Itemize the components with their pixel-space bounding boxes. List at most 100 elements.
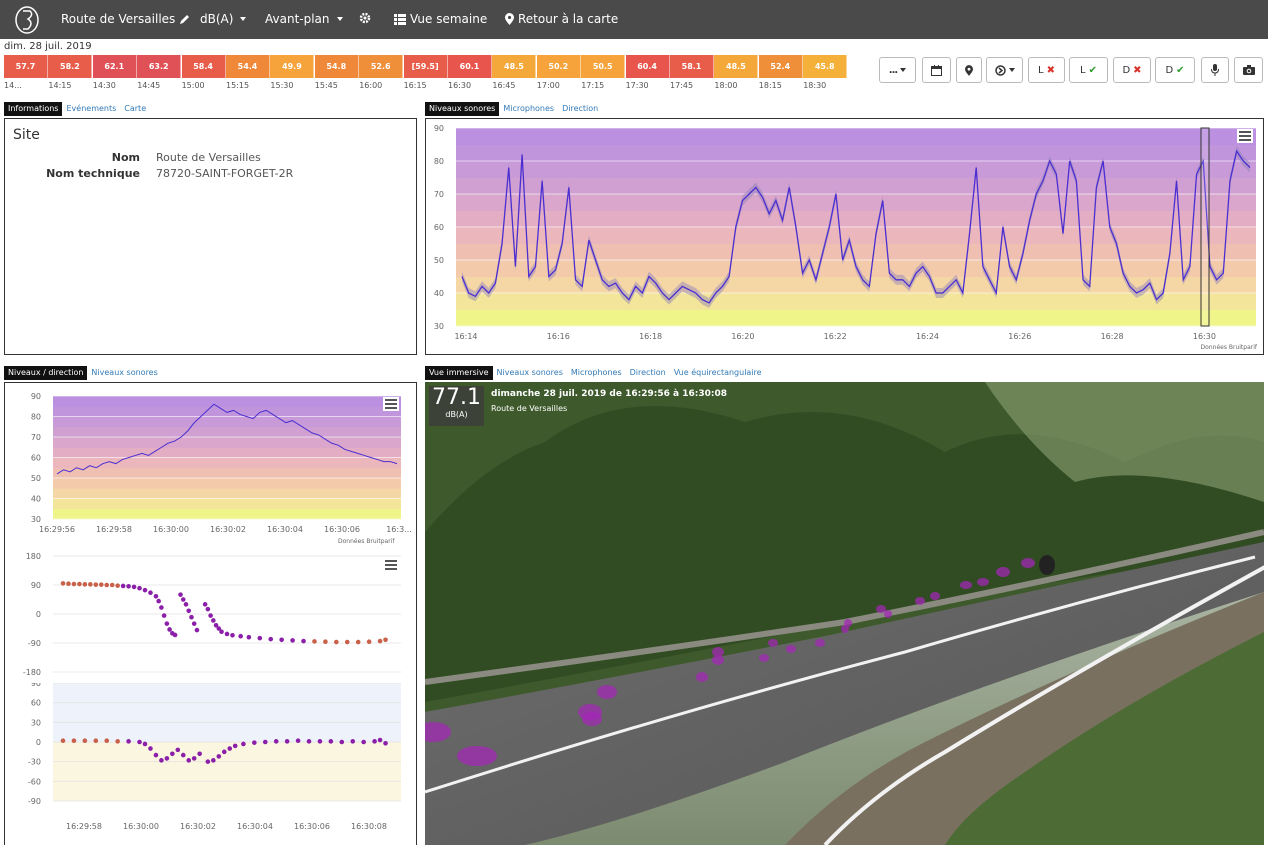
tab-direction[interactable]: Direction — [626, 366, 670, 380]
timeline-cell[interactable]: 60.1 — [448, 55, 492, 78]
caret-down-icon — [900, 68, 907, 72]
scatter-point — [301, 638, 306, 644]
map-marker-icon — [505, 13, 514, 25]
tab-niveaux-sonores[interactable]: Niveaux sonores — [425, 102, 500, 116]
d-on-button[interactable]: D ✔ — [1155, 57, 1195, 83]
level-band — [53, 426, 401, 438]
camera-button[interactable] — [1234, 57, 1263, 83]
tab-microphones[interactable]: Microphones — [567, 366, 626, 380]
tab-informations[interactable]: Informations — [4, 102, 63, 116]
more-options-button[interactable]: ... — [879, 57, 916, 83]
timeline-cell[interactable]: 58.2 — [48, 55, 93, 78]
site-menu[interactable]: Route de Versailles — [61, 12, 190, 26]
calendar-button[interactable] — [922, 57, 951, 83]
current-date: dim. 28 juil. 2019 — [4, 41, 92, 52]
week-view-link[interactable]: Vue semaine — [394, 12, 487, 26]
y-tick-label: 90 — [31, 392, 41, 401]
level-band — [456, 227, 1256, 244]
location-button[interactable] — [956, 57, 982, 83]
timeline-cell[interactable]: [59.5] — [403, 55, 448, 78]
map-marker-icon — [965, 64, 973, 76]
cross-icon: ✖ — [1046, 64, 1055, 76]
level-band — [53, 447, 401, 458]
l-on-button[interactable]: L ✔ — [1069, 57, 1108, 83]
scatter-point — [164, 621, 170, 626]
x-tick-label: 16:24 — [916, 332, 939, 341]
timeline-time-label: 14:45 — [137, 81, 161, 90]
l-off-label: L — [1038, 64, 1044, 76]
tab-direction[interactable]: Direction — [558, 102, 602, 116]
caret-down-icon — [1008, 68, 1015, 72]
settings-button[interactable] — [359, 12, 371, 24]
tab-niveaux-sonores[interactable]: Niveaux sonores — [87, 366, 161, 380]
back-to-map-link[interactable]: Retour à la carte — [505, 12, 618, 26]
caret-down-icon — [240, 17, 247, 21]
d-off-button[interactable]: D ✖ — [1113, 57, 1151, 83]
timeline-cell[interactable]: 50.5 — [581, 55, 626, 78]
scatter-point — [60, 581, 66, 586]
chart-menu-icon[interactable] — [1237, 129, 1253, 143]
tab-vue-quirectangulaire[interactable]: Vue équirectangulaire — [670, 366, 766, 380]
scatter-point — [232, 743, 238, 749]
y-tick-label: 50 — [31, 474, 41, 483]
chart-menu-icon[interactable] — [383, 397, 399, 411]
timeline-cell[interactable]: 54.8 — [314, 55, 359, 78]
layer-dropdown[interactable]: Avant-plan — [265, 12, 343, 26]
timeline-cell[interactable]: 63.2 — [137, 55, 182, 78]
levels-mini-chart[interactable]: 30 40 50 60 70 80 90 16:29:56 16:29:58 16:30:00 16… — [5, 383, 416, 548]
level-band — [456, 309, 1256, 327]
tab-vue-immersive[interactable]: Vue immersive — [425, 366, 493, 380]
scatter-point — [60, 738, 66, 743]
y-tick-label: -60 — [28, 777, 41, 786]
timeline-time-label: 14... — [4, 81, 22, 90]
scatter-point — [131, 584, 137, 590]
level-badge: 77.1 dB(A) — [429, 386, 484, 426]
scatter-point — [334, 639, 339, 645]
timeline-cell[interactable]: 50.2 — [536, 55, 581, 78]
elevation-scatter-chart[interactable]: 90 60 30 0 -30 -60 -90 16:29:58 16:30:00 16:30:02… — [5, 683, 416, 845]
immersive-view[interactable]: 77.1 dB(A) dimanche 28 juil. 2019 de 16:… — [425, 382, 1264, 845]
y-tick-label: 30 — [434, 322, 444, 331]
sound-source-marker — [597, 685, 617, 699]
azimuth-scatter-chart[interactable]: 180 90 0 -90 -180 — [5, 548, 416, 683]
timeline-cell[interactable]: 58.1 — [670, 55, 714, 78]
tab-niveaux-direction[interactable]: Niveaux / direction — [4, 366, 88, 380]
timeline-cell[interactable]: 54.4 — [226, 55, 270, 78]
sound-levels-chart[interactable]: 30 40 50 60 70 80 90 16:14 16:16 16:18 16:20 16:22 1… — [426, 119, 1263, 354]
check-icon: ✔ — [1176, 64, 1185, 76]
chart-menu-icon[interactable] — [383, 558, 399, 572]
navigate-dropdown-button[interactable] — [986, 57, 1023, 83]
camera-icon — [1242, 65, 1255, 75]
unit-dropdown[interactable]: dB(A) — [200, 12, 247, 26]
level-band — [53, 478, 401, 489]
timeline-cell[interactable]: 62.1 — [92, 55, 137, 78]
timeline-cell[interactable]: 57.7 — [4, 55, 48, 78]
timeline-cell[interactable]: 60.4 — [625, 55, 670, 78]
scatter-point — [180, 597, 186, 602]
sound-source-marker — [768, 639, 778, 647]
microphone-button[interactable] — [1201, 57, 1229, 83]
timeline-cell[interactable]: 45.8 — [803, 55, 848, 78]
timeline-cell[interactable]: 48.5 — [714, 55, 759, 78]
tab-carte[interactable]: Carte — [120, 102, 150, 116]
timeline-cell[interactable]: 48.5 — [492, 55, 537, 78]
tab-niveaux-sonores[interactable]: Niveaux sonores — [493, 366, 567, 380]
timeline-time-label: 17:00 — [536, 81, 560, 90]
timeline-cell[interactable]: 49.9 — [270, 55, 315, 78]
scatter-point — [167, 627, 172, 632]
x-tick-label: 16:20 — [731, 332, 754, 341]
timeline-cell[interactable]: 52.6 — [359, 55, 404, 78]
l-off-button[interactable]: L ✖ — [1028, 57, 1065, 83]
timeline-cell[interactable]: 58.4 — [181, 55, 226, 78]
scatter-point — [115, 583, 120, 588]
scatter-point — [142, 587, 148, 593]
bruitparif-logo-icon[interactable] — [14, 5, 40, 35]
y-tick-label: 60 — [31, 454, 41, 463]
info-key: Nom technique — [46, 167, 140, 180]
sound-tabs: Niveaux sonores Microphones Direction — [425, 102, 602, 116]
unit-label: dB(A) — [200, 12, 234, 26]
timeline-cell[interactable]: 52.4 — [758, 55, 803, 78]
tab-microphones[interactable]: Microphones — [499, 102, 558, 116]
tab-ev-nements[interactable]: Evénements — [62, 102, 120, 116]
scatter-point — [221, 749, 227, 755]
